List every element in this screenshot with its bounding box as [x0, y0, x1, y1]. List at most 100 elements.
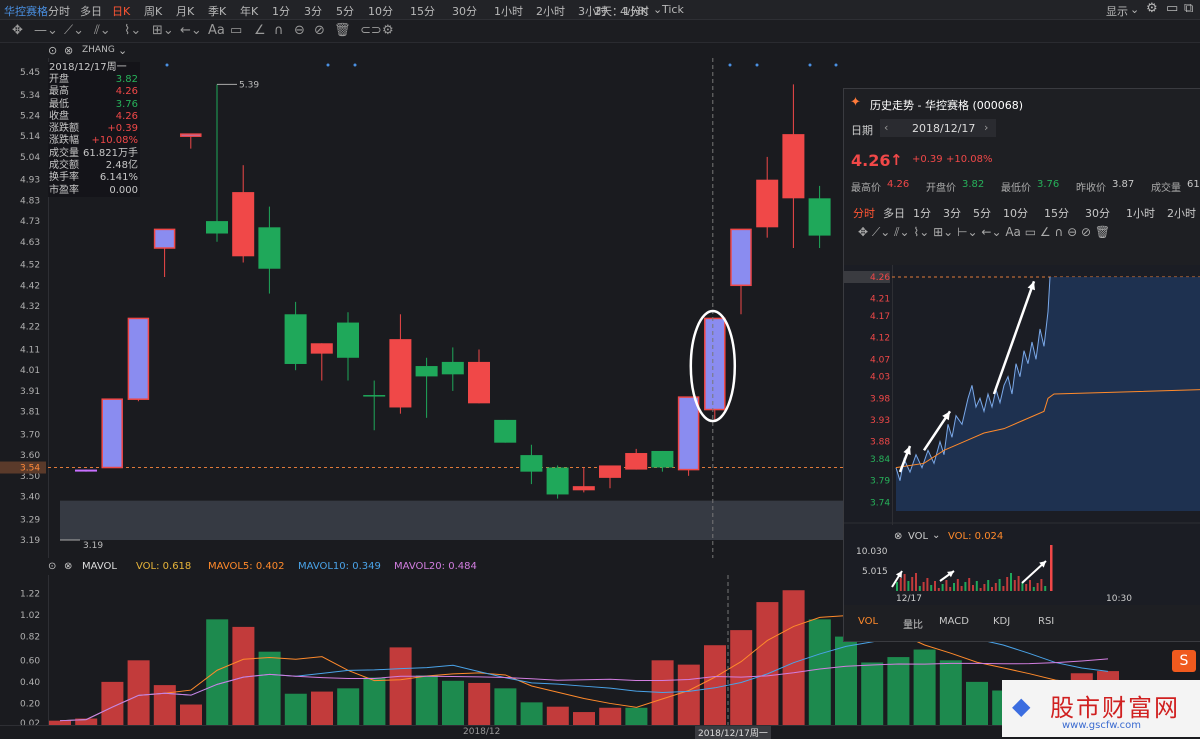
mavol-name[interactable]: MAVOL	[82, 561, 117, 572]
panel-period-tab[interactable]: 30分	[1085, 205, 1110, 221]
comment-icon[interactable]: ▭	[1025, 225, 1040, 239]
hide-icon[interactable]: ⊖	[294, 23, 305, 38]
text-tool-icon[interactable]: Aa	[1005, 225, 1024, 239]
period-tab[interactable]: 10分	[368, 3, 393, 19]
panel-period-tab[interactable]: 5分	[973, 205, 991, 221]
period-tab[interactable]: 月K	[176, 3, 194, 19]
history-panel[interactable]: ✦ 历史走势 - 华控赛格 (000068) 日期 ‹ 2018/12/17 ›…	[843, 88, 1200, 642]
close-icon[interactable]: ⊗	[64, 44, 73, 57]
channel-tool-icon[interactable]: ⫽⌄	[94, 23, 111, 38]
restore-icon[interactable]: ⧉	[1184, 1, 1193, 16]
link-icon[interactable]: ⊂⊃	[360, 23, 382, 38]
panel-volume-bar	[968, 578, 971, 591]
wave-tool-icon[interactable]: ⌇⌄	[124, 23, 141, 38]
panel-change: +0.39	[912, 154, 943, 165]
period-tab[interactable]: 季K	[208, 3, 226, 19]
period-tab[interactable]: 2小时	[536, 3, 565, 19]
panel-vol-label[interactable]: VOL	[908, 531, 928, 542]
panel-period-tab[interactable]: 15分	[1044, 205, 1069, 221]
magnet-icon[interactable]: ∩	[274, 23, 284, 38]
period-tab[interactable]: 15分	[410, 3, 435, 19]
panel-indicator-tab[interactable]: RSI	[1038, 616, 1054, 627]
period-tab[interactable]: 3分	[304, 3, 322, 19]
measure-tool-icon[interactable]: ⊞⌄	[933, 225, 957, 239]
settings-icon[interactable]: ⚙	[1146, 1, 1158, 16]
volume-bar	[808, 619, 831, 725]
crosshair-icon[interactable]: ✥	[12, 23, 23, 38]
measure-tool-icon[interactable]: ⊞⌄	[152, 23, 174, 38]
magnet-icon[interactable]: ∩	[1054, 225, 1067, 239]
trash-icon[interactable]: 🗑	[1095, 225, 1110, 239]
angle-icon[interactable]: ∠	[254, 23, 266, 38]
settings-icon[interactable]: ⊙	[48, 561, 56, 572]
panel-indicator-tab[interactable]: VOL	[858, 616, 878, 627]
gear-icon[interactable]: ⚙	[382, 23, 394, 38]
panel-indicator-tab[interactable]: 量比	[903, 616, 923, 631]
close-icon[interactable]: ⊗	[894, 531, 902, 542]
panel-period-tab[interactable]: 1分	[913, 205, 931, 221]
period-tab[interactable]: 年K	[240, 3, 258, 19]
volume-bar	[153, 685, 176, 725]
period-tab[interactable]: 多日	[80, 3, 102, 19]
period-tab[interactable]: 1分	[272, 3, 290, 19]
minimize-icon[interactable]: ▭	[1166, 1, 1178, 16]
next-date-icon[interactable]: ›	[984, 121, 988, 134]
panel-indicator-tab[interactable]: MACD	[939, 616, 969, 627]
period-tab[interactable]: Tick	[662, 3, 684, 16]
period-selector[interactable]: 2天：1分K	[594, 3, 648, 19]
vol-value: VOL: 0.618	[136, 561, 192, 572]
crosshair-icon[interactable]: ✥	[858, 225, 872, 239]
indicator-name[interactable]: ZHANG	[82, 45, 115, 55]
chevron-down-icon[interactable]: ⌄	[653, 3, 662, 16]
panel-period-tab[interactable]: 分时	[853, 205, 875, 221]
intraday-chart[interactable]: 4.26 4.21 4.17 4.12 4.07 4.03 3.98 3.93 3.88 3.84…	[844, 265, 1200, 605]
panel-period-tab[interactable]: 10分	[1003, 205, 1028, 221]
chevron-down-icon[interactable]: ⌄	[1130, 3, 1139, 16]
period-tab[interactable]: 周K	[144, 3, 162, 19]
display-button[interactable]: 显示	[1106, 3, 1128, 19]
text-tool-icon[interactable]: Aa	[208, 23, 225, 38]
channel-tool-icon[interactable]: ⫽⌄	[894, 225, 913, 239]
chevron-down-icon[interactable]: ⌄	[932, 530, 940, 541]
candle-body	[127, 317, 150, 400]
panel-volume-bar	[960, 586, 963, 591]
candle-body	[258, 227, 281, 269]
range-tool-icon[interactable]: ⊢⌄	[957, 225, 981, 239]
arrow-tool-icon[interactable]: ←⌄	[180, 23, 202, 38]
period-tab[interactable]: 分时	[48, 3, 70, 19]
wave-tool-icon[interactable]: ⌇⌄	[913, 225, 933, 239]
lock-icon[interactable]: ⊘	[1081, 225, 1095, 239]
panel-indicator-tab[interactable]: KDJ	[993, 616, 1010, 627]
period-tab[interactable]: 30分	[452, 3, 477, 19]
panel-period-tab[interactable]: 1小时	[1126, 205, 1155, 221]
price-axis-label: 3.70	[20, 430, 40, 440]
lock-icon[interactable]: ⊘	[314, 23, 325, 38]
panel-title: 历史走势 - 华控赛格 (000068)	[870, 99, 1024, 112]
trash-icon[interactable]: 🗑	[334, 23, 351, 38]
period-tab[interactable]: 1小时	[494, 3, 523, 19]
polyline-tool-icon[interactable]: ⟋⌄	[64, 23, 84, 38]
line-tool-icon[interactable]: —⌄	[34, 23, 58, 38]
comment-icon[interactable]: ▭	[230, 23, 242, 38]
angle-icon[interactable]: ∠	[1040, 225, 1055, 239]
panel-period-tab[interactable]: 多日	[883, 205, 905, 221]
panel-period-tab[interactable]: 3分	[943, 205, 961, 221]
arrow-tool-icon[interactable]: ←⌄	[981, 225, 1005, 239]
event-dot	[353, 63, 357, 67]
stock-name[interactable]: 华控赛格	[4, 3, 48, 19]
prev-date-icon[interactable]: ‹	[884, 121, 888, 134]
panel-volume-bar	[941, 584, 944, 591]
date-picker[interactable]: ‹ 2018/12/17 ›	[880, 119, 996, 137]
input-method-icon[interactable]: S	[1172, 650, 1196, 672]
close-icon[interactable]: ⊗	[64, 561, 72, 572]
line-tool-icon[interactable]: ⟋⌄	[872, 225, 894, 239]
hide-icon[interactable]: ⊖	[1067, 225, 1081, 239]
chevron-down-icon[interactable]: ⌄	[118, 44, 127, 57]
period-tab[interactable]: 5分	[336, 3, 354, 19]
candle-body	[468, 361, 490, 404]
period-tab[interactable]: 日K	[112, 3, 130, 19]
date-value[interactable]: 2018/12/17	[912, 122, 975, 135]
settings-icon[interactable]: ⊙	[48, 44, 57, 57]
info-value: 4.26	[115, 86, 138, 98]
panel-period-tab[interactable]: 2小时	[1167, 205, 1196, 221]
